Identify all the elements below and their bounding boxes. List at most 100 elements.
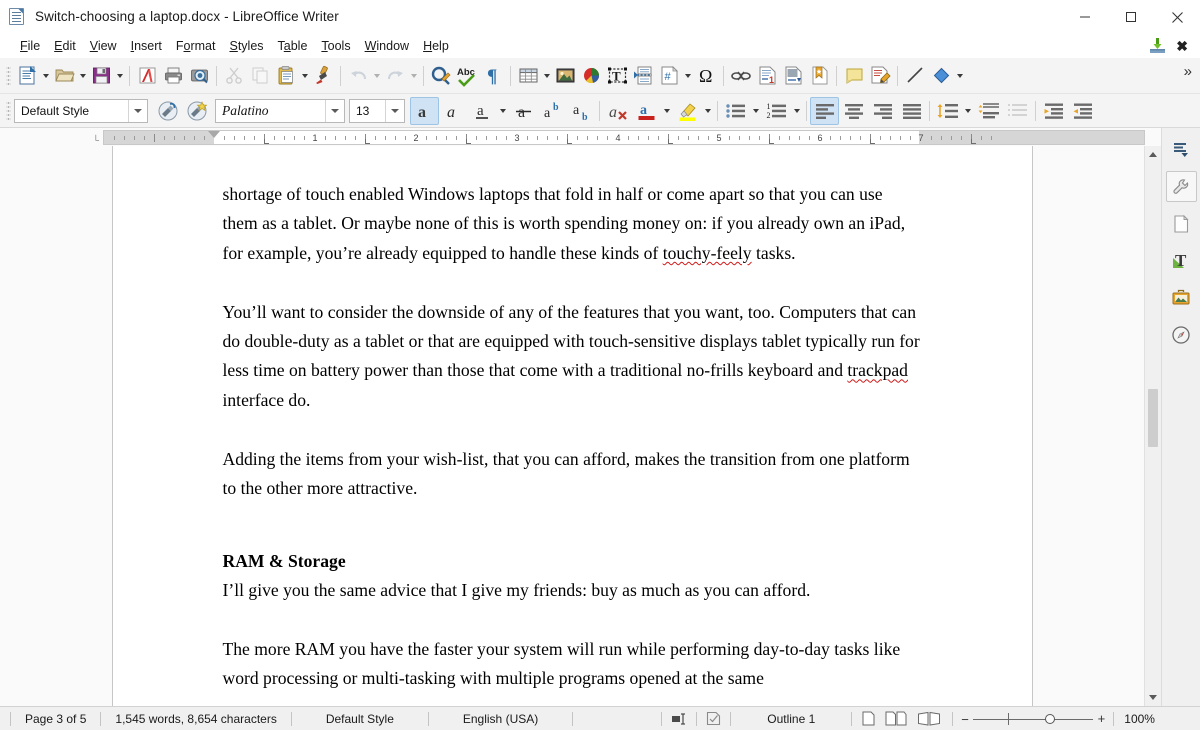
line-spacing-dropdown[interactable] xyxy=(962,97,974,125)
single-page-view-button[interactable] xyxy=(852,707,880,730)
ruler-tab-stop[interactable] xyxy=(870,138,875,144)
menu-file[interactable]: File xyxy=(13,37,47,55)
font-size-combo[interactable]: 13 xyxy=(349,98,405,123)
paragraph[interactable]: Adding the items from your wish-list, th… xyxy=(223,445,922,504)
new-document-icon[interactable] xyxy=(14,62,40,90)
open-file-dropdown[interactable] xyxy=(77,62,88,90)
increase-indent-button[interactable] xyxy=(1039,97,1068,125)
subscript-button[interactable]: a b xyxy=(567,97,596,125)
document-canvas[interactable]: shortage of touch enabled Windows laptop… xyxy=(0,146,1144,706)
font-color-button[interactable]: a xyxy=(632,97,661,125)
toolbar-grip[interactable] xyxy=(6,64,11,87)
insert-image-icon[interactable] xyxy=(552,62,578,90)
unordered-list-dropdown[interactable] xyxy=(750,97,762,125)
sidebar-item-sidebar-settings[interactable] xyxy=(1166,134,1197,165)
paragraph[interactable]: shortage of touch enabled Windows laptop… xyxy=(223,180,922,268)
status-page-style[interactable]: Default Style xyxy=(292,707,428,730)
paragraph-style-combo[interactable]: Default Style xyxy=(14,98,148,123)
spelling-error-run[interactable]: trackpad xyxy=(847,360,908,380)
ruler-tab-stop[interactable] xyxy=(971,138,976,144)
new-style-icon[interactable] xyxy=(182,97,211,125)
menu-edit[interactable]: Edit xyxy=(47,37,83,55)
paragraph[interactable]: You’ll want to consider the downside of … xyxy=(223,298,922,416)
empty-paragraph[interactable] xyxy=(223,533,922,547)
horizontal-ruler[interactable]: 1 2 3 4 5 6 7 xyxy=(103,129,1145,145)
italic-button[interactable]: a xyxy=(439,97,468,125)
export-pdf-icon[interactable] xyxy=(134,62,160,90)
minimize-button[interactable] xyxy=(1062,0,1108,34)
ruler-tab-stop[interactable] xyxy=(365,138,370,144)
zoom-out-button[interactable]: − xyxy=(961,713,969,726)
sidebar-item-gallery[interactable] xyxy=(1166,282,1197,313)
special-character-icon[interactable]: Ω xyxy=(693,62,719,90)
selection-mode-icon[interactable] xyxy=(662,707,696,730)
scroll-down-arrow-icon[interactable] xyxy=(1145,689,1161,706)
status-word-count[interactable]: 1,545 words, 8,654 characters xyxy=(101,707,290,730)
scrollbar-thumb[interactable] xyxy=(1148,389,1158,448)
align-right-button[interactable] xyxy=(868,97,897,125)
menu-insert[interactable]: Insert xyxy=(124,37,169,55)
open-file-icon[interactable] xyxy=(51,62,77,90)
menu-help[interactable]: Help xyxy=(416,37,456,55)
justified-button[interactable] xyxy=(897,97,926,125)
menu-tools[interactable]: Tools xyxy=(314,37,357,55)
paragraph-style-chevron-down-icon[interactable] xyxy=(128,99,147,122)
underline-dropdown[interactable] xyxy=(497,97,509,125)
new-document-dropdown[interactable] xyxy=(40,62,51,90)
insert-text-box-icon[interactable]: T xyxy=(604,62,630,90)
zoom-in-button[interactable]: + xyxy=(1098,712,1106,725)
save-dropdown[interactable] xyxy=(114,62,125,90)
ruler-tab-stop[interactable] xyxy=(567,138,572,144)
sidebar-item-styles[interactable]: T xyxy=(1166,245,1197,276)
page-content[interactable]: shortage of touch enabled Windows laptop… xyxy=(223,146,922,694)
sidebar-item-navigator[interactable] xyxy=(1166,319,1197,350)
menu-view[interactable]: View xyxy=(83,37,124,55)
font-name-combo[interactable]: Palatino xyxy=(215,98,345,123)
toolbar-overflow-button[interactable]: » xyxy=(1178,63,1198,80)
update-style-icon[interactable] xyxy=(153,97,182,125)
maximize-button[interactable] xyxy=(1108,0,1154,34)
paste-icon[interactable] xyxy=(273,62,299,90)
insert-table-dropdown[interactable] xyxy=(541,62,552,90)
unordered-list-button[interactable] xyxy=(721,97,750,125)
menu-window[interactable]: Window xyxy=(358,37,416,55)
print-preview-icon[interactable] xyxy=(186,62,212,90)
empty-paragraph[interactable] xyxy=(223,503,922,532)
close-button[interactable] xyxy=(1154,0,1200,34)
paste-dropdown[interactable] xyxy=(299,62,310,90)
paragraph-spacing-button[interactable] xyxy=(974,97,1003,125)
status-zoom-value[interactable]: 100% xyxy=(1114,707,1165,730)
ruler-tab-stop[interactable] xyxy=(769,138,774,144)
status-page-info[interactable]: Page 3 of 5 xyxy=(11,707,100,730)
insert-footnote-icon[interactable]: 1 xyxy=(754,62,780,90)
sidebar-item-properties[interactable] xyxy=(1165,171,1197,202)
paragraph[interactable]: I’ll give you the same advice that I giv… xyxy=(223,576,922,605)
close-document-button[interactable]: ✖ xyxy=(1176,39,1188,53)
book-view-button[interactable] xyxy=(912,707,946,730)
line-spacing-button[interactable] xyxy=(933,97,962,125)
vertical-scrollbar[interactable] xyxy=(1144,146,1161,706)
decrease-indent-button[interactable] xyxy=(1068,97,1097,125)
heading-paragraph[interactable]: RAM & Storage xyxy=(223,547,922,576)
sidebar-item-page[interactable] xyxy=(1166,208,1197,239)
highlighting-color-dropdown[interactable] xyxy=(702,97,714,125)
insert-chart-icon[interactable] xyxy=(578,62,604,90)
insert-hyperlink-icon[interactable] xyxy=(728,62,754,90)
font-name-chevron-down-icon[interactable] xyxy=(325,99,344,122)
font-size-chevron-down-icon[interactable] xyxy=(385,99,404,122)
font-color-dropdown[interactable] xyxy=(661,97,673,125)
insert-table-icon[interactable] xyxy=(515,62,541,90)
underline-button[interactable]: a xyxy=(468,97,497,125)
zoom-slider-handle[interactable] xyxy=(1045,713,1056,724)
spelling-error-run[interactable]: touchy-feely xyxy=(663,243,752,263)
clear-formatting-button[interactable]: a xyxy=(603,97,632,125)
print-icon[interactable] xyxy=(160,62,186,90)
superscript-button[interactable]: a b xyxy=(538,97,567,125)
save-state-icon[interactable] xyxy=(697,707,730,730)
paragraph[interactable]: The more RAM you have the faster your sy… xyxy=(223,635,922,694)
spelling-icon[interactable]: Abc xyxy=(454,62,480,90)
track-changes-icon[interactable] xyxy=(867,62,893,90)
zoom-slider[interactable]: − + xyxy=(959,707,1107,730)
empty-paragraph[interactable] xyxy=(223,415,922,444)
empty-paragraph[interactable] xyxy=(223,606,922,635)
